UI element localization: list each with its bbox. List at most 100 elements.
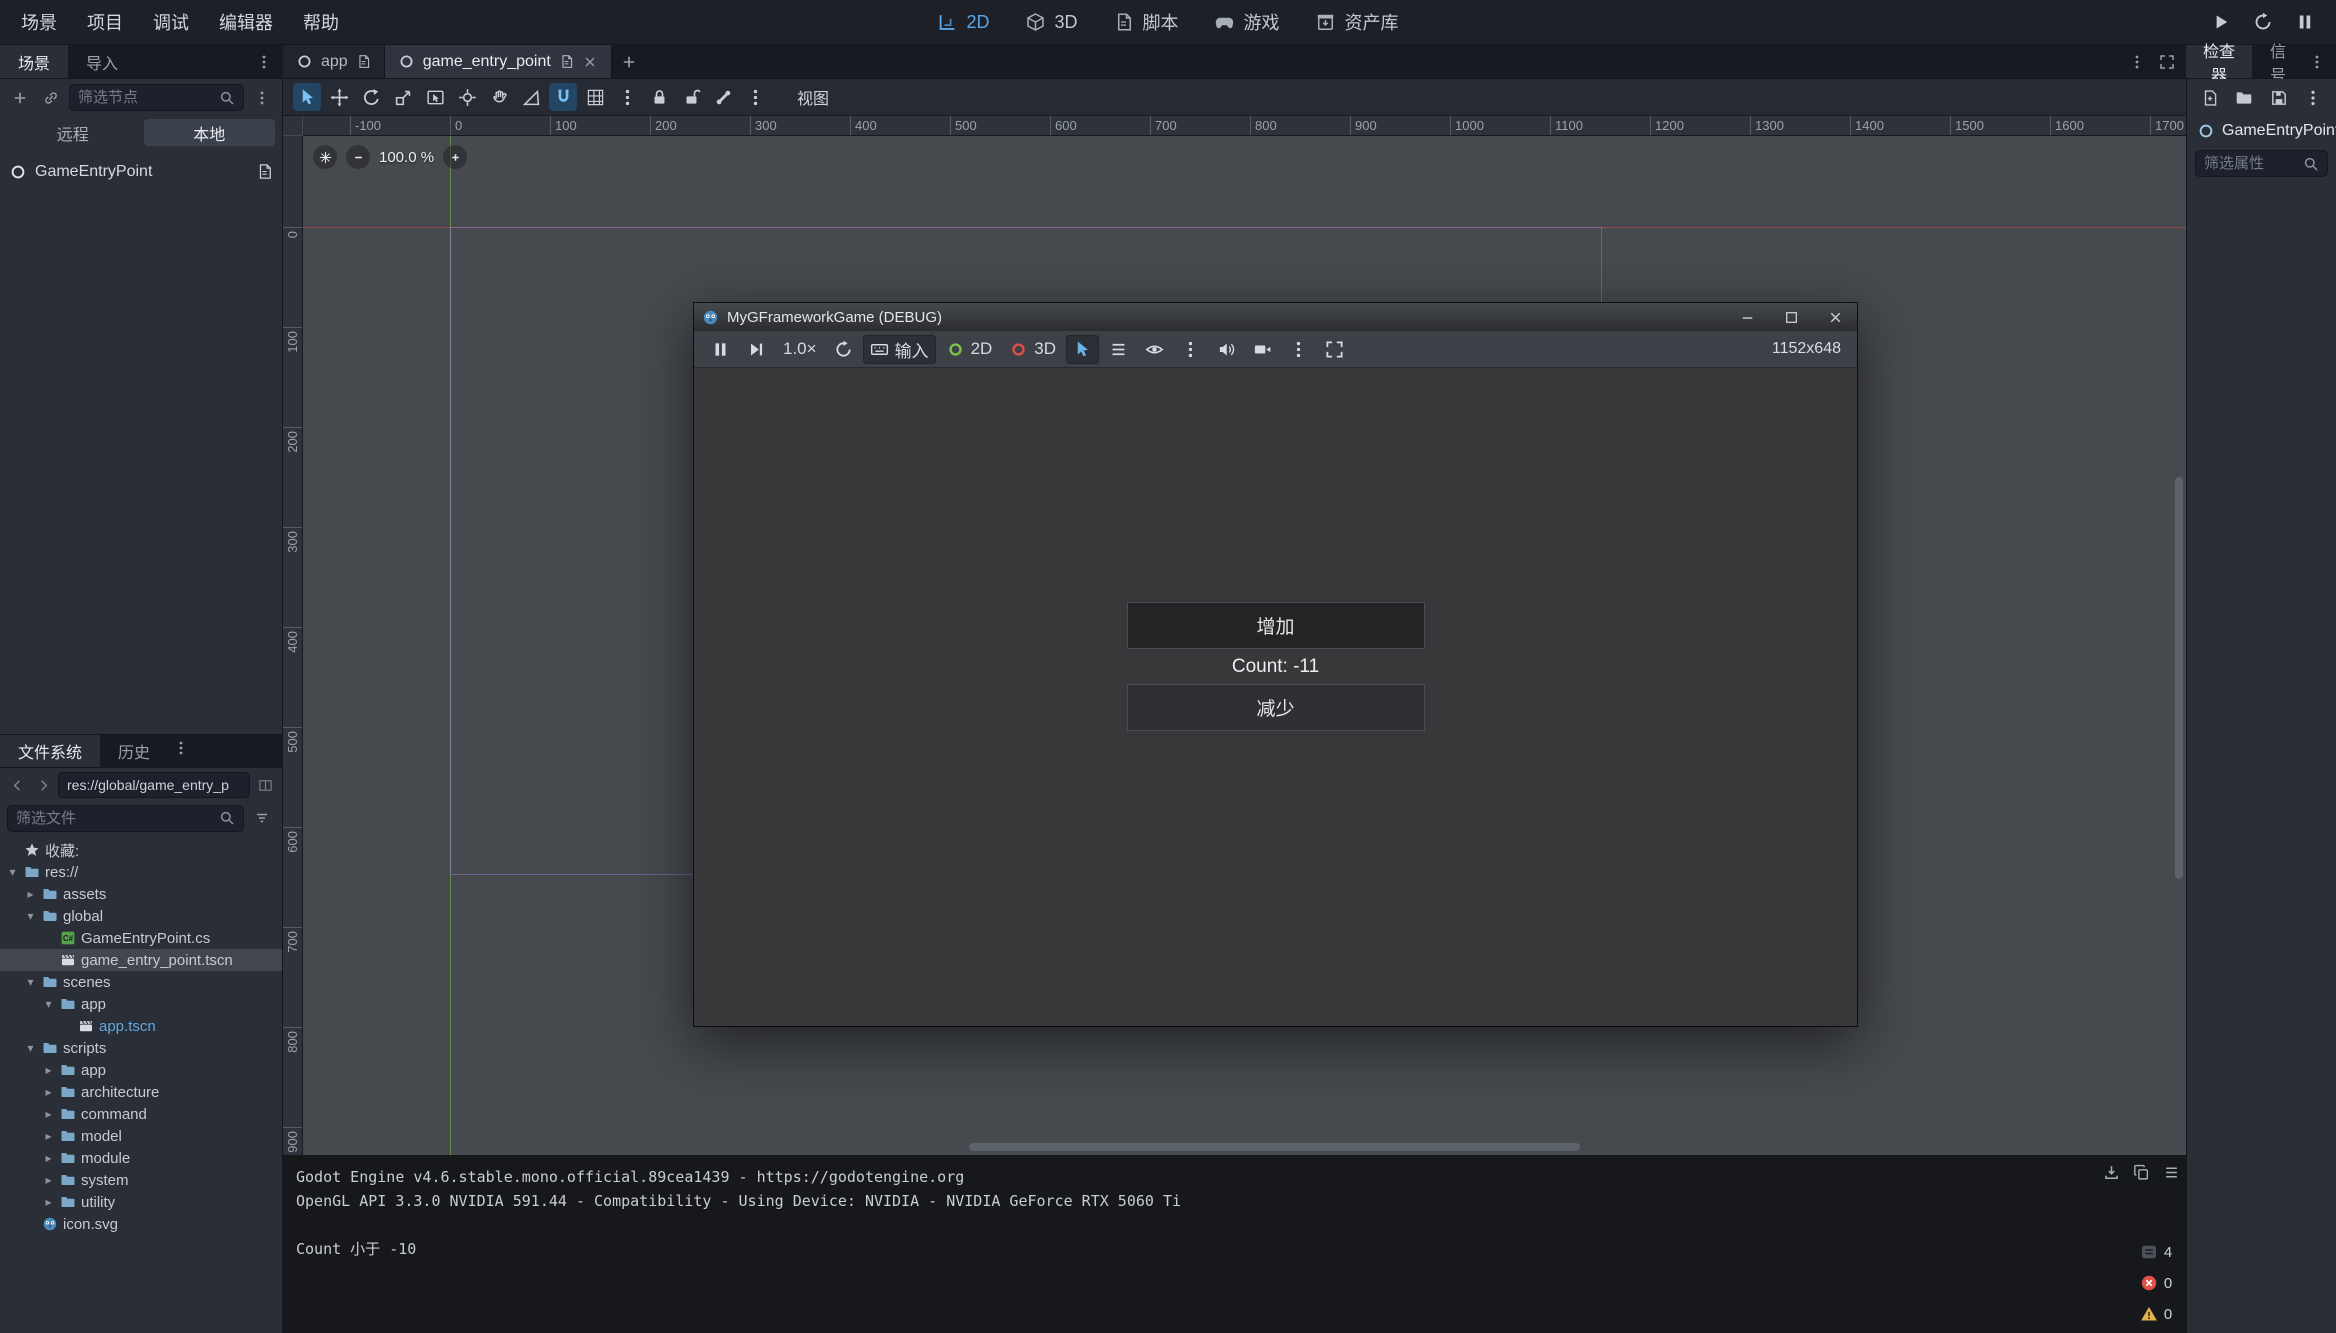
expand-arrow-icon[interactable] <box>42 1129 55 1143</box>
remote-tab-button[interactable]: 远程 <box>7 119 139 146</box>
tab-import[interactable]: 导入 <box>68 45 136 78</box>
close-tab-icon[interactable] <box>582 54 598 70</box>
expand-arrow-icon[interactable] <box>42 1063 55 1077</box>
fs-folder-assets[interactable]: assets <box>0 883 282 905</box>
save-resource-button[interactable] <box>2266 85 2292 111</box>
more-options-button[interactable] <box>741 83 769 111</box>
list-select-tool-button[interactable] <box>421 83 449 111</box>
filesystem-dock-menu-button[interactable] <box>168 735 194 761</box>
toggle-split-mode-button[interactable] <box>254 774 276 796</box>
save-log-button[interactable] <box>2099 1160 2123 1184</box>
error-count-badge[interactable]: 0 <box>2140 1274 2172 1292</box>
move-tool-button[interactable] <box>325 83 353 111</box>
ruler-tool-button[interactable] <box>517 83 545 111</box>
tab-inspector[interactable]: 检查器 <box>2186 45 2252 78</box>
workspace-game-button[interactable]: 游戏 <box>1215 9 1280 35</box>
zoom-level-label[interactable]: 100.0 % <box>379 149 434 166</box>
fs-folder-scenes[interactable]: scenes <box>0 971 282 993</box>
distraction-free-button[interactable] <box>2154 49 2180 75</box>
inspector-dock-menu-button[interactable] <box>2304 49 2330 75</box>
scene-tab-app[interactable]: app <box>283 45 385 78</box>
rotate-tool-button[interactable] <box>357 83 385 111</box>
expand-arrow-icon[interactable] <box>42 1173 55 1187</box>
fullscreen-button[interactable] <box>1318 335 1351 364</box>
pick-node-button[interactable] <box>1066 335 1099 364</box>
current-path[interactable]: res://global/game_entry_p <box>58 772 250 798</box>
select-tool-button[interactable] <box>293 83 321 111</box>
minimize-button[interactable] <box>1725 303 1769 331</box>
pivot-tool-button[interactable] <box>453 83 481 111</box>
history-back-button[interactable] <box>6 774 28 796</box>
tab-filesystem[interactable]: 文件系统 <box>0 735 100 767</box>
file-sort-button[interactable] <box>249 805 275 831</box>
fs-file-icon-svg[interactable]: icon.svg <box>0 1213 282 1235</box>
snap-options-button[interactable] <box>613 83 641 111</box>
vertical-scrollbar[interactable] <box>2175 477 2183 879</box>
zoom-out-button[interactable] <box>346 145 370 169</box>
workspace-2d-button[interactable]: 2D <box>937 12 989 33</box>
add-node-button[interactable] <box>7 85 33 111</box>
pause-button[interactable] <box>2290 7 2320 37</box>
tree-node-gameentrypoint[interactable]: GameEntryPoint <box>0 158 282 185</box>
audio-mute-button[interactable] <box>1210 335 1243 364</box>
resource-options-button[interactable] <box>2301 85 2327 111</box>
input-toggle-button[interactable]: 输入 <box>863 335 936 364</box>
expand-arrow-icon[interactable] <box>42 1195 55 1209</box>
pan-tool-button[interactable] <box>485 83 513 111</box>
tab-signals[interactable]: 信号 <box>2252 45 2304 78</box>
expand-arrow-icon[interactable] <box>24 1041 37 1055</box>
increase-button[interactable]: 增加 <box>1127 602 1425 649</box>
next-frame-button[interactable] <box>740 335 773 364</box>
script-icon[interactable] <box>256 163 273 180</box>
tab-scene[interactable]: 场景 <box>0 45 68 78</box>
filter-nodes-input[interactable] <box>78 89 213 106</box>
collapse-duplicates-button[interactable] <box>2159 1160 2183 1184</box>
fs-folder-module[interactable]: module <box>0 1147 282 1169</box>
restart-button[interactable] <box>2248 7 2278 37</box>
menu-item[interactable]: 编辑器 <box>204 0 288 44</box>
node-type-button[interactable] <box>1102 335 1135 364</box>
fs-file-game-entry-point-tscn[interactable]: game_entry_point.tscn <box>0 949 282 971</box>
selection-options-button[interactable] <box>1174 335 1207 364</box>
history-forward-button[interactable] <box>32 774 54 796</box>
menu-item[interactable]: 项目 <box>72 0 138 44</box>
grid-snap-button[interactable] <box>581 83 609 111</box>
zoom-in-button[interactable] <box>443 145 467 169</box>
tab-history[interactable]: 历史 <box>100 735 168 767</box>
expand-arrow-icon[interactable] <box>6 865 19 879</box>
workspace-script-button[interactable]: 脚本 <box>1114 9 1179 35</box>
horizontal-scrollbar[interactable] <box>969 1143 1580 1151</box>
skeleton-options-button[interactable] <box>709 83 737 111</box>
fs-file-app-tscn[interactable]: app.tscn <box>0 1015 282 1037</box>
play-button[interactable] <box>2206 7 2236 37</box>
close-window-button[interactable] <box>1813 303 1857 331</box>
suspend-game-button[interactable] <box>704 335 737 364</box>
view-menu-button[interactable]: 视图 <box>785 83 841 111</box>
warning-count-badge[interactable]: 0 <box>2140 1305 2172 1323</box>
fs-folder-system[interactable]: system <box>0 1169 282 1191</box>
expand-arrow-icon[interactable] <box>24 887 37 901</box>
scene-tabs-menu-button[interactable] <box>2124 49 2150 75</box>
fs-folder-scripts[interactable]: scripts <box>0 1037 282 1059</box>
lock-selection-button[interactable] <box>645 83 673 111</box>
expand-arrow-icon[interactable] <box>42 997 55 1011</box>
workspace-3d-button[interactable]: 3D <box>1026 12 1078 33</box>
workspace-assetlib-button[interactable]: 资产库 <box>1316 9 1399 35</box>
filter-properties-input[interactable] <box>2204 155 2297 172</box>
menu-item[interactable]: 帮助 <box>288 0 354 44</box>
camera-override-button[interactable] <box>1246 335 1279 364</box>
message-count-badge[interactable]: 4 <box>2140 1243 2172 1261</box>
smart-snap-button[interactable] <box>549 83 577 111</box>
camera-options-button[interactable] <box>1282 335 1315 364</box>
fs-folder-utility[interactable]: utility <box>0 1191 282 1213</box>
expand-arrow-icon[interactable] <box>42 1107 55 1121</box>
reset-speed-button[interactable] <box>827 335 860 364</box>
local-tab-button[interactable]: 本地 <box>144 119 276 146</box>
fs-folder-global[interactable]: global <box>0 905 282 927</box>
camera-3d-button[interactable]: 3D <box>1002 335 1063 364</box>
fs-file-gameentrypoint-cs[interactable]: C# GameEntryPoint.cs <box>0 927 282 949</box>
fs-folder-model[interactable]: model <box>0 1125 282 1147</box>
game-window-titlebar[interactable]: MyGFrameworkGame (DEBUG) <box>694 303 1857 331</box>
fs-res-root[interactable]: res:// <box>0 861 282 883</box>
camera-2d-button[interactable]: 2D <box>939 335 1000 364</box>
